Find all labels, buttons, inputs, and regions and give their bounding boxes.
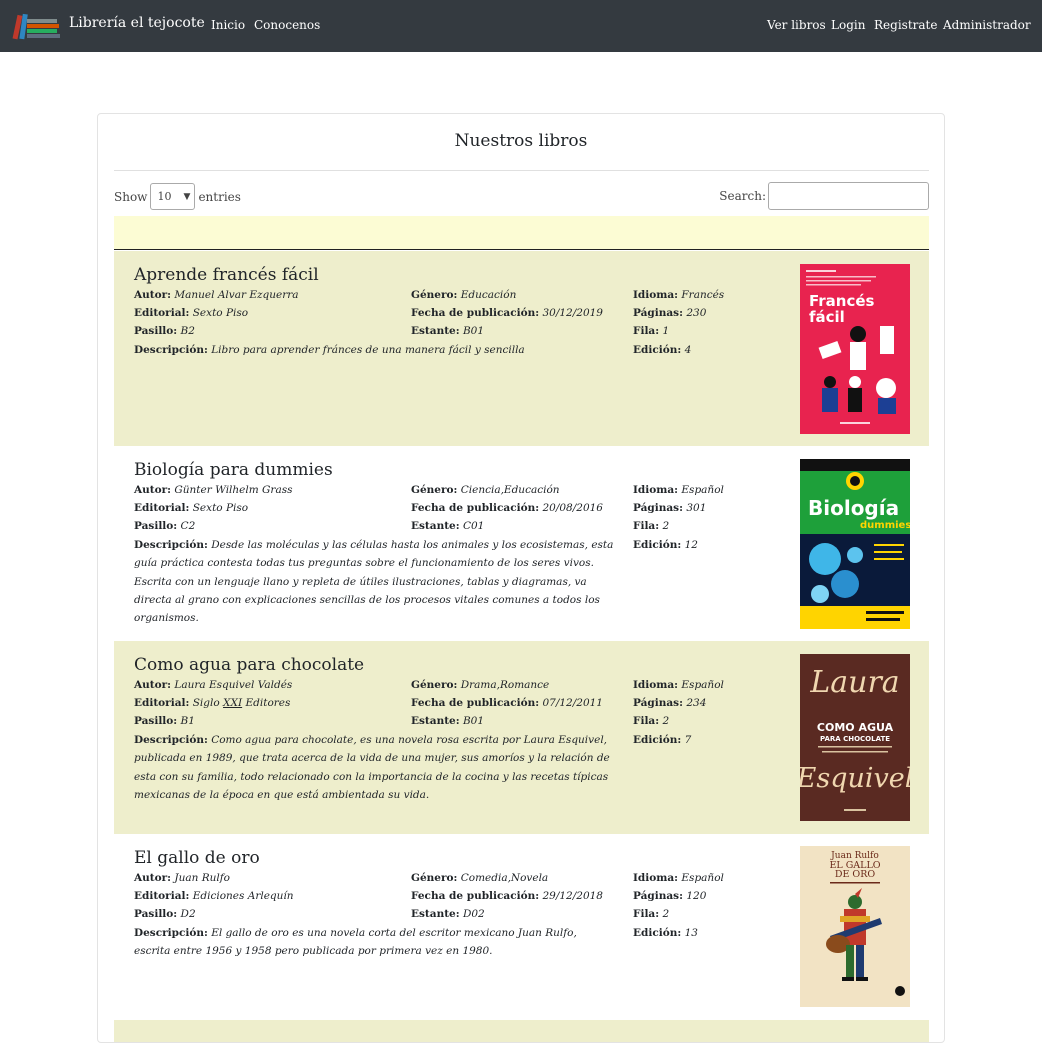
svg-text:Laura: Laura	[809, 665, 899, 700]
book-pub-date: Fecha de publicación: 07/12/2011	[411, 697, 603, 709]
book-pub-date: Fecha de publicación: 29/12/2018	[411, 890, 603, 902]
brand-name[interactable]: Librería el tejocote	[69, 15, 205, 31]
table-row	[114, 1020, 929, 1042]
book-cover: Laura COMO AGUA PARA CHOCOLATE Esquivel	[800, 654, 910, 821]
book-title: Biología para dummies	[134, 460, 333, 480]
book-language: Idioma: Español	[633, 872, 724, 884]
book-title: Como agua para chocolate	[134, 655, 365, 675]
book-row: Fila: 2	[633, 715, 670, 727]
svg-text:COMO AGUA: COMO AGUA	[817, 721, 894, 734]
svg-text:PARA CHOCOLATE: PARA CHOCOLATE	[820, 735, 890, 743]
nav-link-conocenos[interactable]: Conocenos	[254, 18, 320, 32]
book-row: Fila: 2	[633, 520, 670, 532]
nav-link-login[interactable]: Login	[831, 18, 865, 32]
page-title: Nuestros libros	[454, 131, 588, 151]
table-row: Aprende francés fácil Autor: Manuel Alva…	[114, 251, 929, 446]
show-label: Show	[114, 189, 148, 204]
table-header[interactable]	[114, 216, 929, 250]
nav-link-registrate[interactable]: Registrate	[874, 18, 937, 32]
book-pub-date: Fecha de publicación: 20/08/2016	[411, 502, 603, 514]
chevron-down-icon: ▼	[183, 191, 191, 202]
book-row: Fila: 2	[633, 908, 670, 920]
table-row: Como agua para chocolate Autor: Laura Es…	[114, 641, 929, 834]
book-shelf: Estante: D02	[411, 908, 485, 920]
book-author: Autor: Manuel Alvar Ezquerra	[134, 289, 299, 301]
book-cover: Juan Rulfo EL GALLO DE ORO	[800, 846, 910, 1007]
book-edition: Edición: 13	[633, 927, 698, 939]
length-control: Show 10 ▼ entries	[114, 183, 241, 210]
book-pages: Páginas: 301	[633, 502, 707, 514]
svg-text:fácil: fácil	[809, 308, 845, 326]
book-genre: Género: Ciencia,Educación	[411, 484, 560, 496]
book-language: Idioma: Francés	[633, 289, 725, 301]
book-edition: Edición: 12	[633, 539, 698, 551]
book-description: Descripción: Como agua para chocolate, e…	[134, 734, 610, 801]
book-publisher: Editorial: Ediciones Arlequín	[134, 890, 294, 902]
book-genre: Género: Comedia,Novela	[411, 872, 549, 884]
book-language: Idioma: Español	[633, 484, 724, 496]
navbar: Librería el tejocote Inicio Conocenos Ve…	[0, 0, 1042, 52]
search-label: Search:	[719, 189, 766, 203]
search-control: Search:	[719, 182, 929, 210]
svg-text:dummies: dummies	[860, 520, 910, 531]
book-author: Autor: Laura Esquivel Valdés	[134, 679, 293, 691]
search-input[interactable]	[768, 182, 929, 210]
svg-text:Biología: Biología	[808, 496, 899, 520]
book-shelf: Estante: B01	[411, 325, 485, 337]
entries-label: entries	[198, 189, 241, 204]
nav-link-inicio[interactable]: Inicio	[211, 18, 245, 32]
book-cover: Francés fácil	[800, 264, 910, 434]
table-row: El gallo de oro Autor: Juan Rulfo Editor…	[114, 834, 929, 1020]
book-aisle: Pasillo: B2	[134, 325, 195, 337]
book-author: Autor: Günter Wilhelm Grass	[134, 484, 293, 496]
book-edition: Edición: 7	[633, 734, 692, 746]
book-aisle: Pasillo: C2	[134, 520, 196, 532]
book-author: Autor: Juan Rulfo	[134, 872, 230, 884]
book-pub-date: Fecha de publicación: 30/12/2019	[411, 307, 603, 319]
book-shelf: Estante: B01	[411, 715, 485, 727]
page-length-select[interactable]: 10 ▼	[150, 183, 196, 210]
book-aisle: Pasillo: B1	[134, 715, 195, 727]
book-pages: Páginas: 234	[633, 697, 707, 709]
book-cover: Biología dummies	[800, 459, 910, 629]
book-publisher: Editorial: Sexto Piso	[134, 502, 249, 514]
book-title: Aprende francés fácil	[134, 265, 319, 285]
book-edition: Edición: 4	[633, 344, 692, 356]
svg-text:DE ORO: DE ORO	[835, 869, 876, 880]
book-row: Fila: 1	[633, 325, 670, 337]
book-description: Descripción: El gallo de oro es una nove…	[134, 927, 577, 958]
book-pages: Páginas: 120	[633, 890, 707, 902]
title-divider	[114, 170, 929, 171]
books-logo-icon	[12, 13, 60, 40]
book-description: Descripción: Libro para aprender fránces…	[134, 344, 525, 356]
book-pages: Páginas: 230	[633, 307, 707, 319]
book-aisle: Pasillo: D2	[134, 908, 196, 920]
page-length-value: 10	[157, 190, 172, 203]
nav-link-ver-libros[interactable]: Ver libros	[767, 18, 826, 32]
book-publisher: Editorial: Siglo XXI Editores	[134, 697, 291, 709]
nav-link-administrador[interactable]: Administrador	[943, 18, 1031, 32]
svg-text:Esquivel: Esquivel	[800, 763, 910, 794]
book-shelf: Estante: C01	[411, 520, 485, 532]
book-genre: Género: Drama,Romance	[411, 679, 550, 691]
book-language: Idioma: Español	[633, 679, 724, 691]
book-title: El gallo de oro	[134, 848, 260, 868]
book-publisher: Editorial: Sexto Piso	[134, 307, 249, 319]
brand[interactable]: Librería el tejocote	[12, 8, 205, 44]
books-card: Nuestros libros Show 10 ▼ entries Search…	[97, 113, 945, 1043]
table-row: Biología para dummies Autor: Günter Wilh…	[114, 446, 929, 641]
book-genre: Género: Educación	[411, 289, 517, 301]
book-description: Descripción: Desde las moléculas y las c…	[134, 539, 614, 625]
